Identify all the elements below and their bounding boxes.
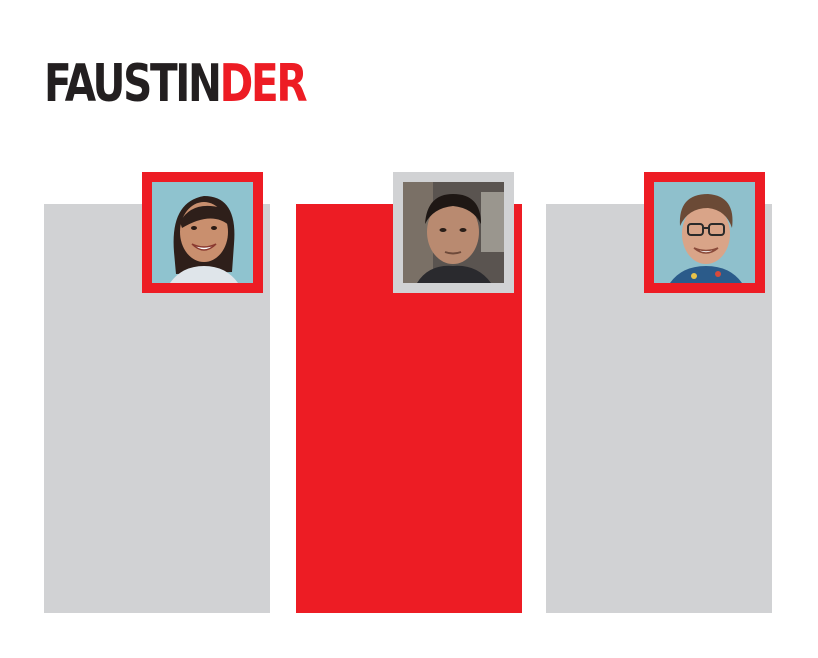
avatar-man-icon — [403, 182, 504, 283]
profile-avatar-2[interactable] — [393, 172, 514, 293]
avatar-man-glasses-icon — [654, 182, 755, 283]
profile-avatar-3[interactable] — [644, 172, 765, 293]
app-logo: FAUSTIN DER — [44, 44, 308, 114]
profile-avatar-1[interactable] — [142, 172, 263, 293]
logo-text-dark: FAUSTIN — [44, 54, 222, 114]
logo-text-accent: DER — [219, 54, 308, 114]
avatar-woman-icon — [152, 182, 253, 283]
